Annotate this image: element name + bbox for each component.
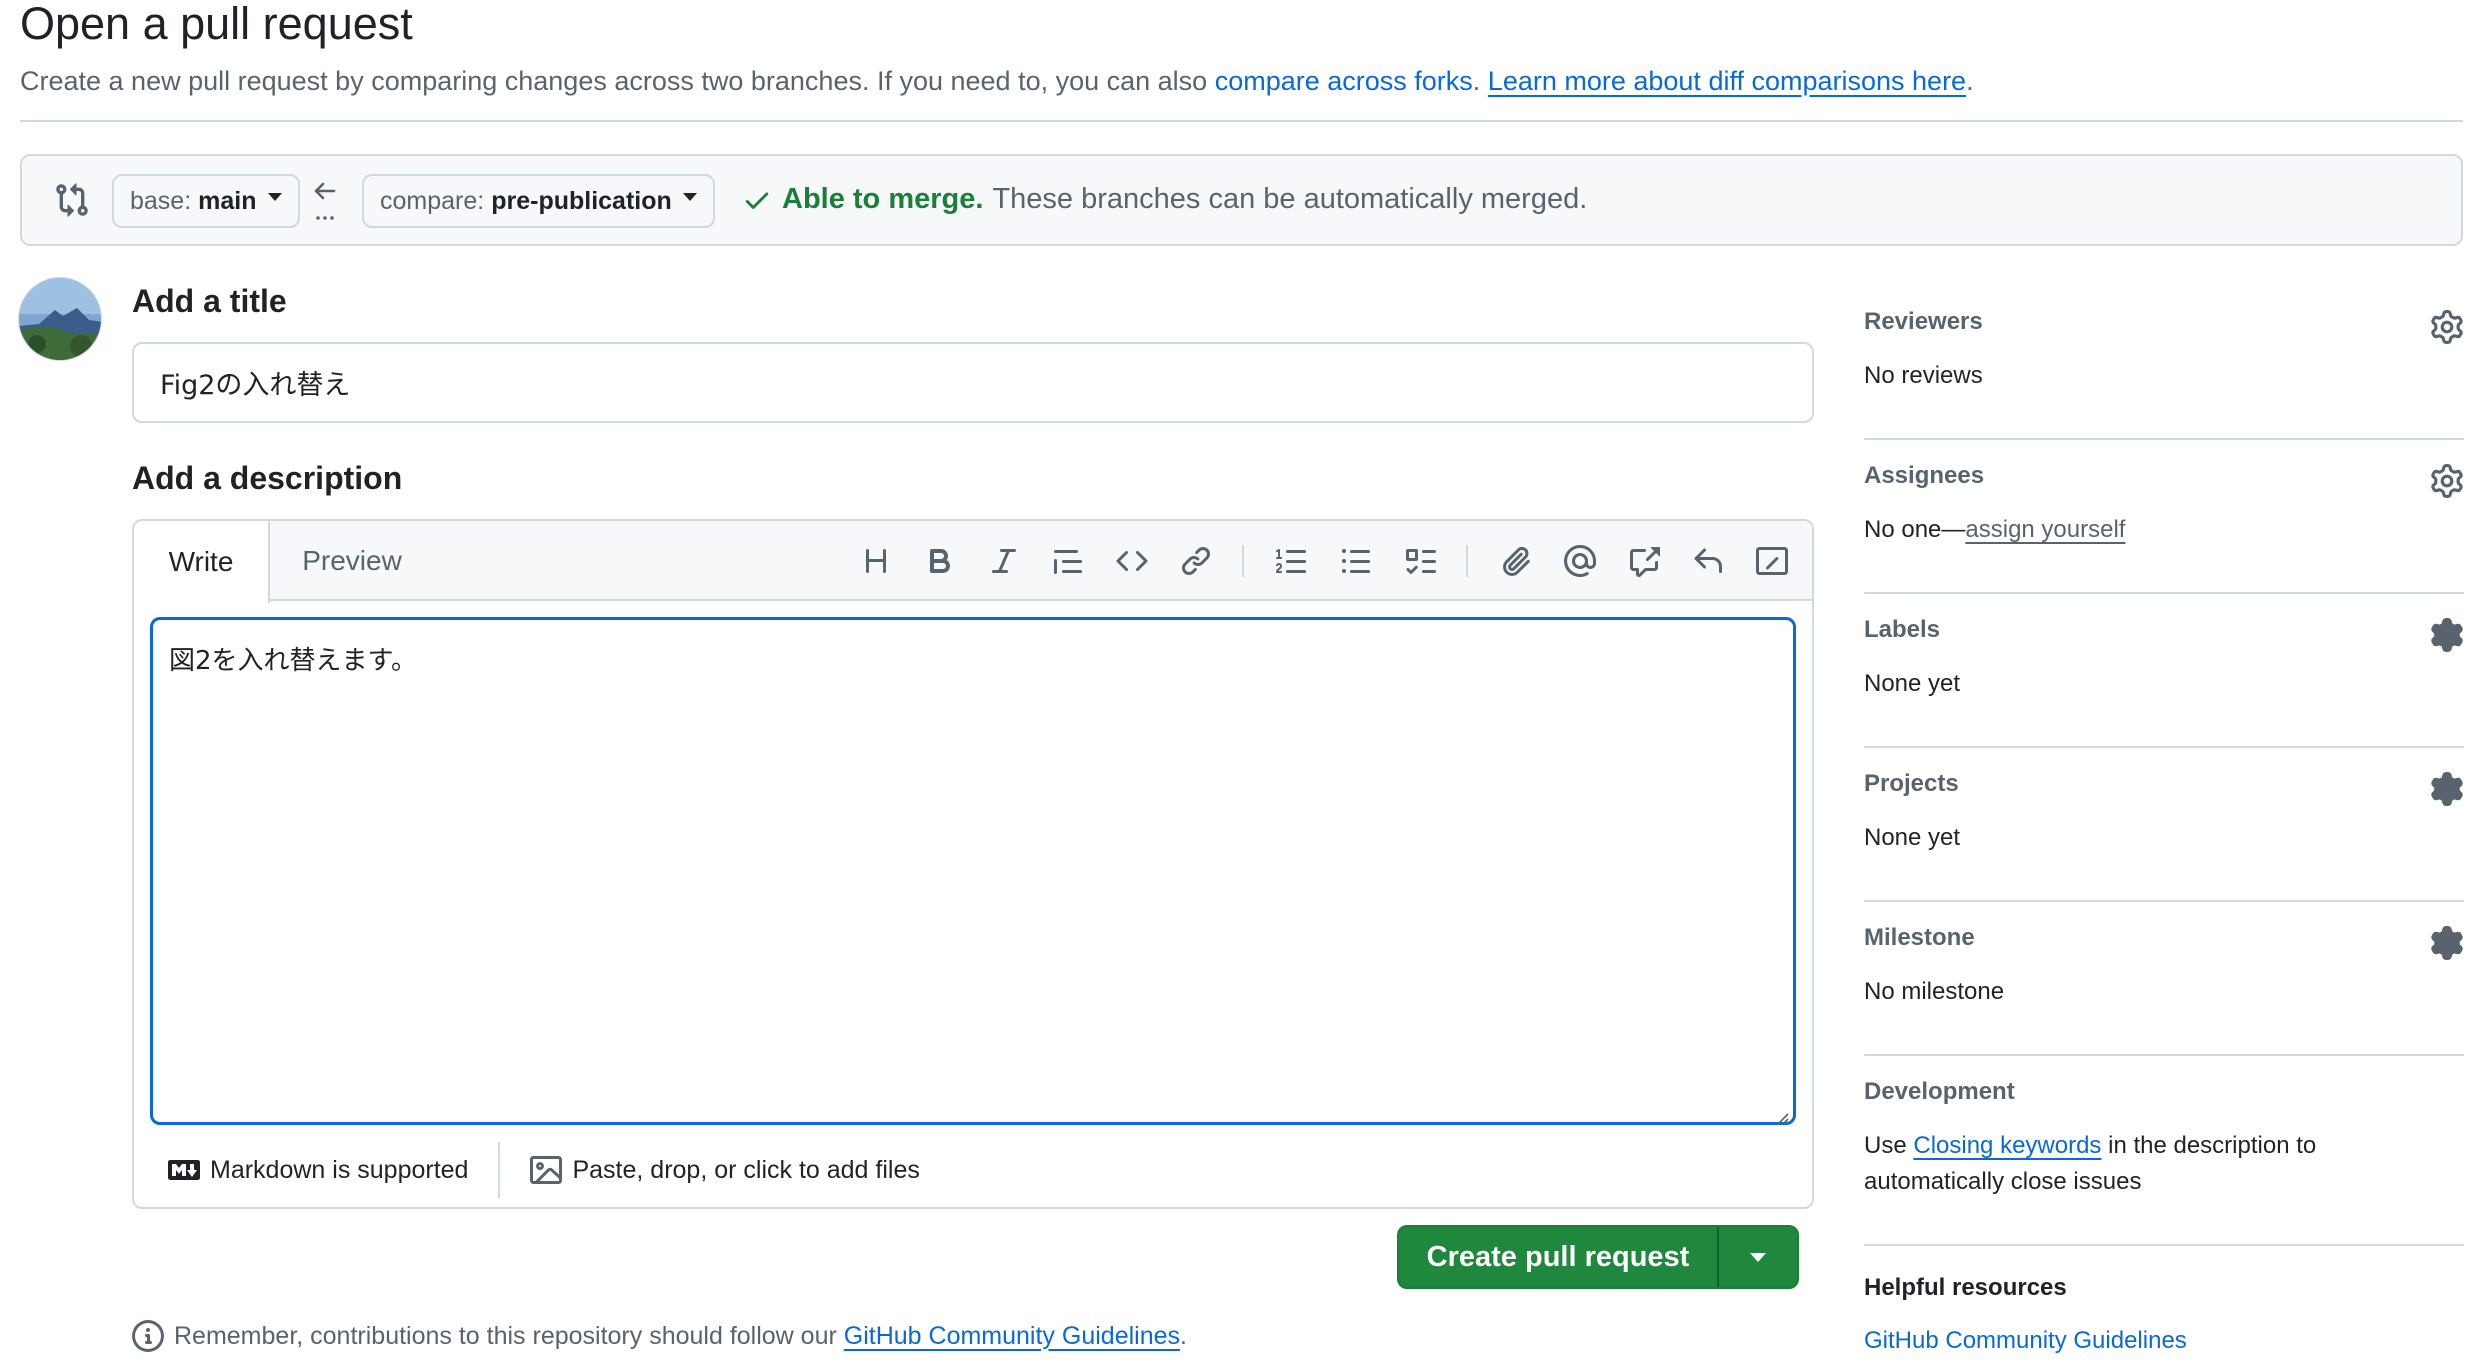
mention-icon[interactable]: [1560, 541, 1600, 581]
reviewers-heading: Reviewers: [1864, 308, 1983, 335]
base-branch-select[interactable]: base: main: [112, 174, 300, 228]
create-options-dropdown[interactable]: [1719, 1227, 1797, 1287]
markdown-supported[interactable]: Markdown is supported: [168, 1154, 468, 1186]
gear-icon[interactable]: [2430, 310, 2464, 344]
create-pull-request-button[interactable]: Create pull request: [1399, 1227, 1719, 1287]
create-pull-request-split-button: Create pull request: [1397, 1225, 1799, 1289]
arrow-left-icon: [310, 176, 340, 226]
note-text: Remember, contributions to this reposito…: [174, 1321, 844, 1350]
description-text: 図2を入れ替えます。: [169, 646, 417, 676]
image-icon: [530, 1154, 563, 1186]
base-value: main: [198, 186, 257, 215]
milestone-heading: Milestone: [1864, 924, 1975, 951]
sidebar-milestone: Milestone No milestone: [1864, 902, 2464, 1056]
projects-value: None yet: [1864, 824, 1961, 851]
chevron-down-icon: [682, 193, 697, 201]
development-text: Use Closing keywords in the description …: [1864, 1132, 2317, 1195]
description-heading: Add a description: [132, 460, 403, 496]
check-icon: [742, 185, 772, 215]
tab-write[interactable]: Write: [134, 521, 270, 603]
header-divider: [20, 120, 2463, 122]
link-icon[interactable]: [1176, 541, 1216, 581]
editor-header: Write Preview: [134, 521, 1812, 603]
projects-heading: Projects: [1864, 770, 1959, 797]
ordered-list-icon[interactable]: [1272, 541, 1312, 581]
learn-more-link[interactable]: Learn more about diff comparisons here: [1488, 66, 1966, 96]
merge-status: Able to merge. These branches can be aut…: [742, 183, 1587, 216]
sidebar-development: Development Use Closing keywords in the …: [1864, 1056, 2464, 1246]
git-compare-icon: [54, 182, 90, 218]
sidebar-projects: Projects None yet: [1864, 748, 2464, 902]
compare-bar: base: main compare: pre-publication Able t…: [20, 154, 2463, 246]
sidebar: Reviewers No reviews Assignees No one—as…: [1864, 286, 2464, 1246]
title-input[interactable]: Fig2の入れ替え: [132, 342, 1814, 423]
add-files[interactable]: Paste, drop, or click to add files: [530, 1154, 920, 1186]
helpful-guidelines-link[interactable]: GitHub Community Guidelines: [1864, 1327, 2187, 1355]
gear-icon[interactable]: [2430, 772, 2464, 806]
cross-reference-icon[interactable]: [1624, 541, 1664, 581]
files-note: Paste, drop, or click to add files: [572, 1155, 920, 1184]
quote-icon[interactable]: [1048, 541, 1088, 581]
subtitle-text: Create a new pull request by comparing c…: [20, 66, 1215, 96]
merge-ok-text: Able to merge.: [782, 183, 984, 215]
assignees-value: No one—assign yourself: [1864, 516, 2126, 543]
reviewers-value: No reviews: [1864, 362, 1983, 389]
tab-preview[interactable]: Preview: [270, 521, 434, 601]
chevron-down-icon: [267, 193, 282, 201]
bold-icon[interactable]: [920, 541, 960, 581]
helpful-resources-heading: Helpful resources: [1864, 1274, 2067, 1301]
development-heading: Development: [1864, 1078, 2015, 1105]
italic-icon[interactable]: [984, 541, 1024, 581]
sidebar-reviewers: Reviewers No reviews: [1864, 286, 2464, 440]
description-textarea[interactable]: 図2を入れ替えます。: [150, 617, 1796, 1125]
compare-label: compare:: [380, 186, 485, 215]
resize-handle-icon[interactable]: [1773, 1102, 1789, 1125]
title-heading: Add a title: [132, 283, 287, 319]
toolbar-divider: [1466, 545, 1468, 577]
compare-forks-link[interactable]: compare across forks: [1215, 66, 1473, 96]
assignees-heading: Assignees: [1864, 462, 1985, 489]
labels-heading: Labels: [1864, 616, 1941, 643]
editor-footer: Markdown is supported Paste, drop, or cl…: [134, 1133, 1812, 1207]
slash-commands-icon[interactable]: [1752, 541, 1792, 581]
page-title: Open a pull request: [20, 0, 413, 49]
description-editor: Write Preview 図2を入れ替えます。 Markdown is sup…: [132, 519, 1814, 1209]
gear-icon[interactable]: [2430, 618, 2464, 652]
sidebar-assignees: Assignees No one—assign yourself: [1864, 440, 2464, 594]
base-label: base:: [130, 186, 192, 215]
attach-icon[interactable]: [1496, 541, 1536, 581]
contribution-note: Remember, contributions to this reposito…: [132, 1320, 1187, 1352]
markdown-icon: [168, 1154, 200, 1186]
labels-value: None yet: [1864, 670, 1961, 697]
page-subtitle: Create a new pull request by comparing c…: [20, 66, 1974, 96]
compare-branch-select[interactable]: compare: pre-publication: [362, 174, 715, 228]
compare-value: pre-publication: [491, 186, 672, 215]
markdown-note: Markdown is supported: [210, 1155, 469, 1184]
footer-divider: [498, 1142, 501, 1198]
reply-icon[interactable]: [1688, 541, 1728, 581]
avatar[interactable]: [18, 277, 102, 361]
toolbar-divider: [1242, 545, 1244, 577]
task-list-icon[interactable]: [1400, 541, 1440, 581]
merge-message: These branches can be automatically merg…: [992, 183, 1588, 215]
closing-keywords-link[interactable]: Closing keywords: [1913, 1132, 2101, 1159]
community-guidelines-link[interactable]: GitHub Community Guidelines: [844, 1322, 1180, 1350]
assign-yourself-link[interactable]: assign yourself: [1965, 516, 2125, 543]
heading-icon[interactable]: [856, 541, 896, 581]
chevron-down-icon: [1750, 1252, 1766, 1262]
sidebar-labels: Labels None yet: [1864, 594, 2464, 748]
gear-icon[interactable]: [2430, 464, 2464, 498]
milestone-value: No milestone: [1864, 978, 2005, 1005]
gear-icon[interactable]: [2430, 926, 2464, 960]
unordered-list-icon[interactable]: [1336, 541, 1376, 581]
info-icon: [132, 1320, 164, 1352]
code-icon[interactable]: [1112, 541, 1152, 581]
